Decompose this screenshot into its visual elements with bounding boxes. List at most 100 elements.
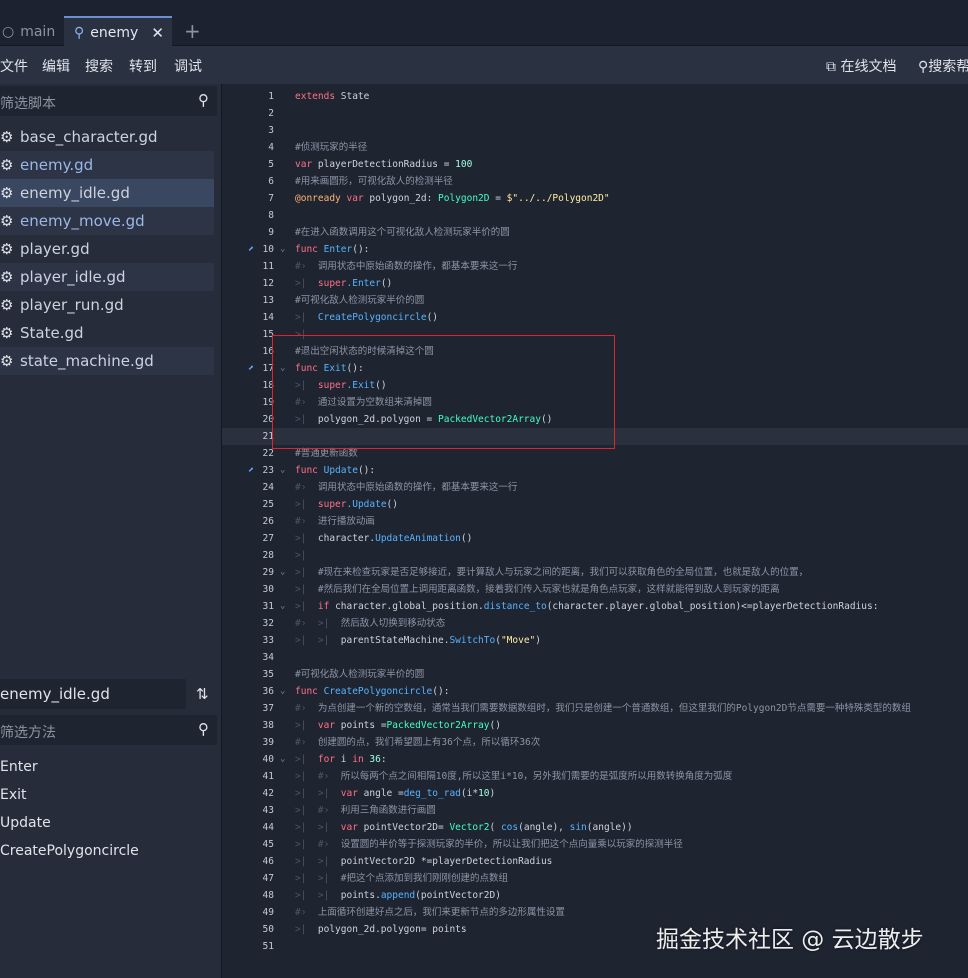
gear-icon: ⚙ [0,352,14,370]
tab-enemy-label: enemy [90,24,139,41]
code-line: 35 #可视化敌人检测玩家半价的圆 [262,669,425,680]
fold-arrow-icon[interactable]: ⌄ [280,683,285,700]
gear-icon: ⚙ [0,212,14,230]
menu-goto[interactable]: 转到 [129,56,157,76]
code-line: 5 var playerDetectionRadius = 100 [268,159,473,170]
code-line: ⬈ 10 ⌄ func Enter(): [222,241,968,258]
search-help-icon: ⚲ [918,59,929,75]
editor-tab-bar: ○ main ⚲ enemy ✕ + [0,0,968,47]
gear-icon: ⚙ [0,324,14,342]
tab-main-label: main [20,23,56,40]
code-line: 8 [268,210,274,221]
code-line: 27 >| character.UpdateAnimation() [262,533,473,544]
fold-arrow-icon[interactable]: ⌄ [280,564,285,581]
online-docs-button[interactable]: ⧉ 在线文档 [826,56,896,76]
script-item[interactable]: ⚙ player_run.gd [0,291,214,319]
search-help-label: 搜索帮助 [928,59,968,75]
code-line: 37 #› 为点创建一个新的空数组，通常当我们需要数据数组时，我们只是创建一个普通… [262,703,911,714]
gear-icon: ⚙ [0,184,14,202]
menu-file[interactable]: 文件 [0,56,28,76]
code-line: 3 [268,125,274,136]
code-line: 38 >| var points =PackedVector2Array() [262,720,501,731]
code-line: 42 >| >| var angle =deg_to_rad(i*10) [262,788,496,799]
menu-search[interactable]: 搜索 [85,56,113,76]
sort-icon[interactable]: ⇅ [196,685,209,703]
code-line: 31 ⌄ >| if character.global_position.dista… [222,598,968,615]
gear-icon: ⚙ [0,296,14,314]
code-line: 11 #› 调用状态中原始函数的操作，都基本要来这一行 [262,261,518,272]
code-line: 12 >| super.Enter() [262,278,393,289]
watermark: 掘金技术社区 @ 云边散步 [656,927,924,953]
code-line: 39 #› 创建圆的点，我们希望圆上有36个点，所以循环36次 [262,737,541,748]
script-item[interactable]: ⚙ base_character.gd [0,123,214,151]
script-item[interactable]: ⚙ State.gd [0,319,214,347]
code-line: 7 @onready var polygon_2d: Polygon2D = $"… [268,193,610,204]
code-line: 2 [268,108,274,119]
code-line: 40 ⌄ >| for i in 36: [222,751,968,768]
code-line: 41 >| #› 所以每两个点之间相隔10度,所以这里i*10，另外我们需要的是弧… [262,771,733,782]
code-line: 14 >| CreatePolygoncircle() [262,312,439,323]
close-tab-icon[interactable]: ✕ [151,24,164,42]
code-line: 34 [262,652,274,663]
code-line: 6 #用来画圆形，可视化敌人的检测半径 [268,176,453,187]
script-item[interactable]: ⚙ enemy.gd [0,151,214,179]
tab-main[interactable]: ○ main [0,18,62,45]
gear-icon: ⚙ [0,240,14,258]
method-item[interactable]: Update [0,815,51,831]
script-menu-bar: 文件 编辑 搜索 转到 调试 ⧉ 在线文档 ⚲搜索帮助 [0,46,968,84]
gear-icon: ⚙ [0,128,14,146]
code-line: 30 >| #然后我们在全局位置上调用距离函数，接着我们传入玩家也就是角色点玩家，… [262,584,780,595]
code-line: 33 >| >| parentStateMachine.SwitchTo("Mov… [262,635,541,646]
gear-icon: ⚙ [0,156,14,174]
gear-icon: ⚙ [0,268,14,286]
method-filter-placeholder: 筛选方法 [0,725,56,741]
code-line: 32 #› >| 然后敌人切换到移动状态 [262,618,446,629]
code-line: 25 >| super.Update() [262,499,398,510]
search-icon: ⚲ [198,91,209,109]
highlight-box [272,335,615,449]
online-docs-label: 在线文档 [840,59,897,75]
code-line: ⬈ 23 ⌄ func Update(): [222,462,968,479]
code-editor[interactable]: 1 extends State 2 3 4 #侦测玩家的半径 5 var player… [221,84,968,978]
tab-enemy[interactable]: ⚲ enemy ✕ [64,16,172,47]
code-line: 47 >| >| #把这个点添加到我们刚刚创建的点数组 [262,873,508,884]
method-item[interactable]: Enter [0,759,38,775]
add-tab-icon[interactable]: + [184,19,201,43]
code-line: 44 >| >| var pointVector2D= Vector2( cos(… [262,822,633,833]
script-filter-input[interactable]: 筛选脚本 ⚲ [0,86,217,116]
code-line: 48 >| >| points.append(pointVector2D) [262,890,501,901]
script-item-selected[interactable]: ⚙ enemy_idle.gd [0,179,214,207]
method-item[interactable]: Exit [0,787,27,803]
code-line: 4 #侦测玩家的半径 [268,142,368,153]
external-link-icon: ⧉ [826,59,836,75]
code-line: 46 >| >| pointVector2D *=playerDetectionR… [262,856,553,867]
code-line: 43 >| #› 利用三角函数进行画圆 [262,805,436,816]
code-line: 28 >| [262,550,307,561]
code-line: 9 #在进入函数调用这个可视化敌人检测玩家半价的圆 [268,227,510,238]
current-file-name: enemy_idle.gd [0,679,186,709]
script-item[interactable]: ⚙ enemy_move.gd [0,207,214,235]
code-line: 24 #› 调用状态中原始函数的操作，都基本要来这一行 [262,482,518,493]
script-list-panel: 筛选脚本 ⚲ ⚙ base_character.gd ⚙ enemy.gd ⚙ ene… [0,84,221,978]
fold-arrow-icon[interactable]: ⌄ [280,598,285,615]
code-line: 29 ⌄ >| #现在来检查玩家是否足够接近，要计算敌人与玩家之间的距离，我们可以获… [222,564,968,581]
script-item[interactable]: ⚙ state_machine.gd [0,347,214,375]
search-help-button[interactable]: ⚲搜索帮助 [918,56,968,76]
code-line: 13 #可视化敌人检测玩家半价的圆 [262,295,425,306]
menu-debug[interactable]: 调试 [174,56,202,76]
node-2d-icon: ⚲ [74,24,85,41]
code-line: 45 >| #› 设置圆的半价等于探测玩家的半价，所以让我们把这个点向量乘以玩家的… [262,839,683,850]
method-item[interactable]: CreatePolygoncircle [0,843,139,859]
script-item[interactable]: ⚙ player_idle.gd [0,263,214,291]
method-filter-input[interactable]: 筛选方法 ⚲ [0,715,217,745]
fold-arrow-icon[interactable]: ⌄ [280,751,285,768]
code-line: 36 ⌄ func CreatePolygoncircle(): [222,683,968,700]
script-filter-placeholder: 筛选脚本 [0,96,56,112]
code-line: 1 extends State [268,91,370,102]
script-item[interactable]: ⚙ player.gd [0,235,214,263]
code-line: 26 #› 进行播放动画 [262,516,375,527]
scene-circle-icon: ○ [2,23,15,40]
fold-arrow-icon[interactable]: ⌄ [280,462,285,479]
fold-arrow-icon[interactable]: ⌄ [280,241,285,258]
menu-edit[interactable]: 编辑 [42,56,70,76]
